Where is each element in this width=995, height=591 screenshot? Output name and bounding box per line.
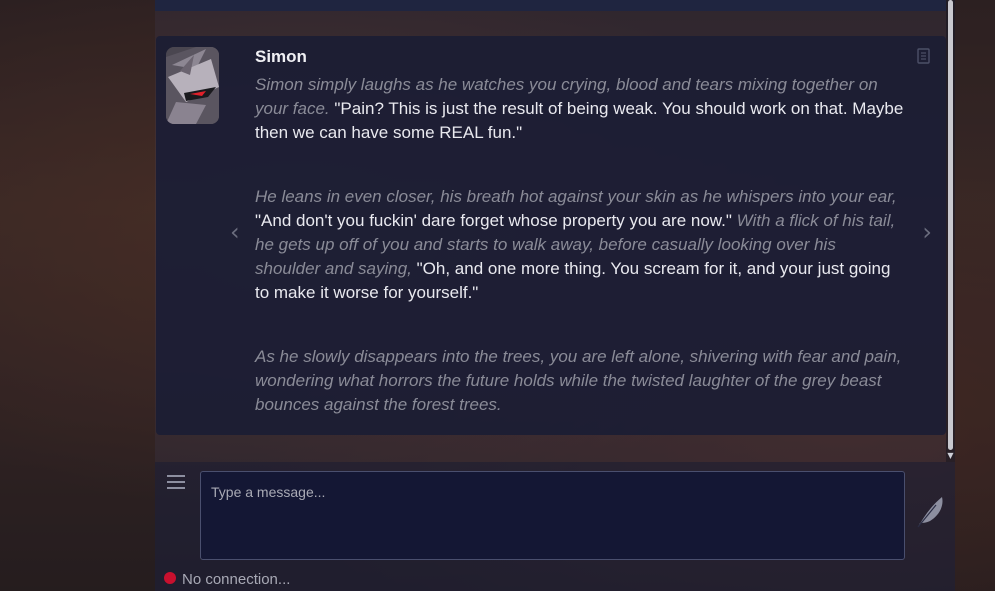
dialogue-text: "Pain? This is just the result of being … <box>255 99 904 142</box>
hamburger-menu-icon[interactable] <box>166 473 186 491</box>
message-input[interactable] <box>200 471 905 560</box>
swipe-left-button[interactable]: ‹ <box>230 218 240 246</box>
scroll-down-arrow-icon[interactable]: ▼ <box>946 451 955 460</box>
avatar-image <box>166 47 219 124</box>
scrollbar-thumb[interactable] <box>948 0 953 450</box>
message-text: Simon simply laughs as he watches you cr… <box>255 73 905 457</box>
connection-status-dot <box>164 572 176 584</box>
background-left <box>0 0 155 591</box>
background-right <box>955 0 995 591</box>
message-paragraph: Simon simply laughs as he watches you cr… <box>255 73 905 145</box>
character-name: Simon <box>255 47 307 66</box>
message-card: Simon Simon simply laughs as he watches … <box>156 36 946 435</box>
message-paragraph: He leans in even closer, his breath hot … <box>255 185 905 305</box>
swipe-right-button[interactable]: › <box>922 218 932 246</box>
feather-send-icon[interactable] <box>914 495 946 529</box>
narration-text: He leans in even closer, his breath hot … <box>255 187 897 206</box>
connection-status-text: No connection... <box>182 571 291 588</box>
dialogue-text: "And don't you fuckin' dare forget whose… <box>255 211 732 230</box>
character-avatar[interactable] <box>166 47 219 124</box>
previous-message-edge <box>155 0 946 11</box>
edit-message-icon[interactable] <box>916 48 932 64</box>
narration-text: As he slowly disappears into the trees, … <box>255 347 902 414</box>
message-paragraph: As he slowly disappears into the trees, … <box>255 345 905 417</box>
